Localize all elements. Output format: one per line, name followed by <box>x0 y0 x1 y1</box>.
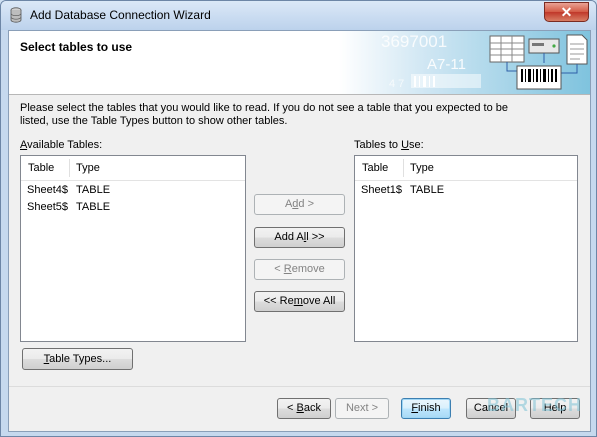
page-title: Select tables to use <box>20 40 133 54</box>
banner-number-3: 4 7 <box>389 78 404 90</box>
title-bar[interactable]: Add Database Connection Wizard ✕ <box>1 1 596 30</box>
window-title: Add Database Connection Wizard <box>30 8 211 22</box>
barcode-label-icon <box>516 65 562 90</box>
table-type: TABLE <box>410 184 445 196</box>
remove-button[interactable]: < Remove <box>254 259 345 280</box>
table-type: TABLE <box>76 201 111 213</box>
database-icon <box>10 7 22 23</box>
spreadsheet-icon <box>489 35 525 63</box>
table-name: Sheet1$ <box>361 184 402 196</box>
add-all-button[interactable]: Add All >> <box>254 227 345 248</box>
list-header: Table Type <box>355 156 577 181</box>
table-name: Sheet4$ <box>27 184 68 196</box>
column-header-type[interactable]: Type <box>410 162 434 174</box>
banner-number-1: 3697001 <box>381 32 447 51</box>
list-item[interactable]: Sheet4$ TABLE <box>21 182 245 199</box>
available-tables-list[interactable]: Table Type Sheet4$ TABLE Sheet5$ TABLE <box>20 155 246 342</box>
table-name: Sheet5$ <box>27 201 68 213</box>
watermark-text: BARTECH <box>487 395 582 415</box>
available-tables-label: Available Tables: <box>20 139 103 151</box>
header-banner-image: 3697001 A7-11 4 7 <box>339 31 590 94</box>
wizard-window: Add Database Connection Wizard ✕ Select … <box>0 0 597 437</box>
instructions-text: Please select the tables that you would … <box>20 102 508 127</box>
table-types-button[interactable]: Table Types... <box>22 348 133 370</box>
tables-to-use-label: Tables to Use: <box>354 139 424 151</box>
list-item[interactable]: Sheet5$ TABLE <box>21 199 245 216</box>
list-header: Table Type <box>21 156 245 181</box>
back-button[interactable]: < Back <box>277 398 331 419</box>
banner-number-2: A7-11 <box>427 56 466 73</box>
document-icon <box>566 34 588 65</box>
wizard-header: Select tables to use 3697001 A7-11 4 7 <box>9 31 590 95</box>
dialog-body: Select tables to use 3697001 A7-11 4 7 P… <box>8 30 591 432</box>
list-item[interactable]: Sheet1$ TABLE <box>355 182 577 199</box>
column-header-table[interactable]: Table <box>28 162 54 174</box>
column-header-table[interactable]: Table <box>362 162 388 174</box>
add-button[interactable]: Add > <box>254 194 345 215</box>
column-header-type[interactable]: Type <box>76 162 100 174</box>
barcode-graphic <box>411 74 481 88</box>
next-button[interactable]: Next > <box>335 398 389 419</box>
table-type: TABLE <box>76 184 111 196</box>
server-icon <box>528 38 560 54</box>
footer-divider <box>9 386 590 387</box>
close-icon: ✕ <box>560 4 573 20</box>
finish-button[interactable]: Finish <box>401 398 451 419</box>
remove-all-button[interactable]: << Remove All <box>254 291 345 312</box>
close-button[interactable]: ✕ <box>544 2 589 22</box>
tables-to-use-list[interactable]: Table Type Sheet1$ TABLE <box>354 155 578 342</box>
